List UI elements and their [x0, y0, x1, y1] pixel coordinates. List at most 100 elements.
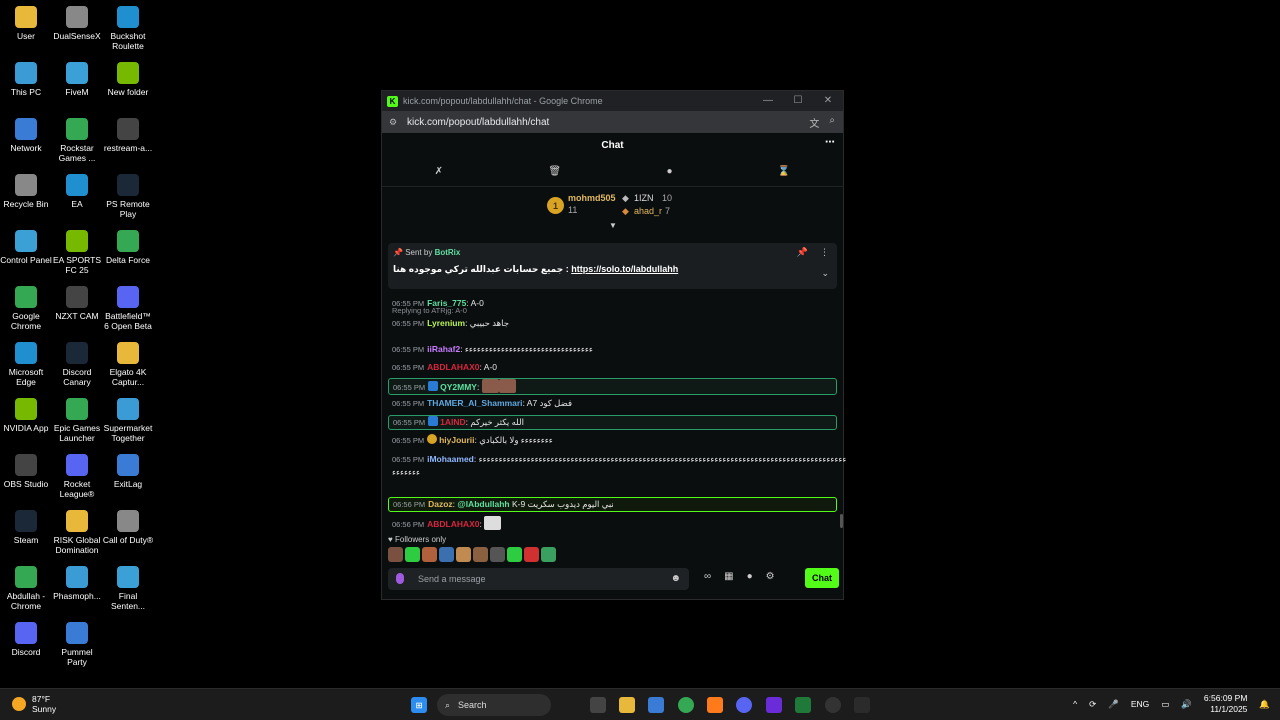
desktop-icon[interactable]: Pummel Party — [51, 622, 103, 667]
message-placeholder[interactable]: Send a message — [418, 574, 486, 584]
message-username[interactable]: 1AIND — [440, 417, 466, 427]
chevron-up-icon[interactable]: ^ — [1073, 699, 1077, 709]
leader-2-name[interactable]: 1IZN — [634, 193, 654, 203]
desktop-icon[interactable]: OBS Studio — [0, 454, 52, 489]
desktop-icon[interactable]: RISK Global Domination — [51, 510, 103, 555]
desktop-icon[interactable]: Final Senten... — [102, 566, 154, 611]
more-options-icon[interactable]: ⋯ — [825, 137, 835, 148]
emote-icon[interactable] — [507, 547, 522, 562]
mic-tray-icon[interactable]: 🎤 — [1108, 699, 1119, 710]
emote-icon[interactable] — [541, 547, 556, 562]
minimize-button[interactable]: — — [753, 91, 783, 111]
desktop-icon[interactable]: DualSenseX — [51, 6, 103, 41]
message-username[interactable]: THAMER_Al_Shammari — [427, 398, 522, 408]
pinned-link[interactable]: https://solo.to/labdullahh — [571, 264, 678, 274]
mention[interactable]: @lAbdullahh — [457, 499, 509, 509]
desktop-icon[interactable]: Discord — [0, 622, 52, 657]
task-view-icon[interactable] — [590, 697, 606, 713]
desktop-icon[interactable]: NZXT CAM — [51, 286, 103, 321]
message-username[interactable]: QY2MMY — [440, 382, 477, 392]
file-explorer-icon[interactable] — [619, 697, 635, 713]
desktop-icon[interactable]: FiveM — [51, 62, 103, 97]
excel-taskbar-icon[interactable] — [795, 697, 811, 713]
maximize-button[interactable]: ☐ — [783, 91, 813, 111]
scrollbar[interactable] — [840, 514, 843, 528]
emote-icon[interactable] — [405, 547, 420, 562]
desktop-icon[interactable]: Epic Games Launcher — [51, 398, 103, 443]
emote-icon[interactable] — [388, 547, 403, 562]
chat-message[interactable]: 06:55 PM THAMER_Al_Shammari: A7 فضل كود — [388, 397, 837, 410]
xbox-taskbar-icon[interactable] — [825, 697, 841, 713]
emote-icon[interactable] — [490, 547, 505, 562]
sword-icon[interactable]: ✗ — [435, 166, 443, 177]
desktop-icon[interactable]: EA SPORTS FC 25 — [51, 230, 103, 275]
close-button[interactable]: ✕ — [813, 91, 843, 111]
chat-message[interactable]: 06:55 PM iiRahaf2: ءءءءءءءءءءءءءءءءءءءءءء… — [388, 343, 837, 356]
emote-icon[interactable] — [524, 547, 539, 562]
pinned-menu-icon[interactable]: ⋮ — [820, 247, 829, 258]
chat-message[interactable]: 06:56 PM Dazoz: @lAbdullahh K-9 نبي اليوم… — [388, 497, 837, 512]
weather-widget[interactable]: 87°F Sunny — [12, 694, 56, 714]
desktop-icon[interactable]: Microsoft Edge — [0, 342, 52, 387]
emote-icon[interactable] — [422, 547, 437, 562]
message-input[interactable]: Send a message ☻ — [388, 568, 689, 590]
volume-icon[interactable]: 🔊 — [1181, 699, 1192, 710]
desktop-icon[interactable]: Elgato 4K Captur... — [102, 342, 154, 387]
store-icon[interactable]: ▦ — [724, 571, 733, 582]
url-text[interactable]: kick.com/popout/labdullahh/chat — [407, 117, 549, 128]
clock[interactable]: 6:56:09 PM 11/1/2025 — [1204, 693, 1247, 715]
desktop-icon[interactable]: EA — [51, 174, 103, 209]
message-username[interactable]: Lyrenium — [427, 318, 465, 328]
discord-taskbar-icon[interactable] — [736, 697, 752, 713]
chat-message[interactable]: 06:55 PM 1AIND: الله يكثر خيركم — [388, 415, 837, 430]
desktop-icon[interactable]: New folder — [102, 62, 154, 97]
chat-send-button[interactable]: Chat — [805, 568, 839, 588]
desktop-icon[interactable]: Google Chrome — [0, 286, 52, 331]
points-icon[interactable]: ∞ — [704, 571, 711, 582]
desktop-icon[interactable]: Control Panel — [0, 230, 52, 265]
desktop-icon[interactable]: User — [0, 6, 52, 41]
desktop-icon[interactable]: This PC — [0, 62, 52, 97]
message-username[interactable]: iMohaamed — [427, 454, 474, 464]
desktop-icon[interactable]: Discord Canary — [51, 342, 103, 387]
desktop-icon[interactable]: Delta Force — [102, 230, 154, 265]
desktop-icon[interactable]: ExitLag — [102, 454, 154, 489]
desktop-icon[interactable]: restream-a... — [102, 118, 154, 153]
chat-message[interactable]: 06:55 PM QY2MMY: — [388, 378, 837, 395]
desktop-icon[interactable]: Buckshot Roulette — [102, 6, 154, 51]
emote-icon[interactable] — [473, 547, 488, 562]
zoom-icon[interactable]: ⌕ — [829, 115, 835, 130]
message-username[interactable]: Dazoz — [428, 499, 453, 509]
desktop-icon[interactable]: Battlefield™ 6 Open Beta — [102, 286, 154, 331]
address-bar[interactable]: ⚙ kick.com/popout/labdullahh/chat 文 ⌕ — [382, 111, 843, 133]
fivem-taskbar-icon[interactable] — [707, 697, 723, 713]
message-username[interactable]: hiyJourii — [439, 435, 474, 445]
leader-3-name[interactable]: ahad_r — [634, 206, 662, 216]
expand-chevron-icon[interactable]: ⌄ — [821, 268, 829, 279]
chat-options-icon[interactable]: ● — [747, 571, 753, 582]
desktop-icon[interactable]: NVIDIA App — [0, 398, 52, 433]
trash-icon[interactable]: 🗑 — [548, 166, 561, 177]
mic-icon[interactable] — [396, 573, 404, 584]
desktop-icon[interactable]: Abdullah - Chrome — [0, 566, 52, 611]
chat-bubble-icon[interactable]: ● — [666, 166, 672, 177]
chat-message[interactable]: 06:55 PM iMohaamed: ءءءءءءءءءءءءءءءءءءءءء… — [388, 453, 846, 478]
desktop-icon[interactable]: Rocket League® — [51, 454, 103, 499]
desktop-icon[interactable]: Call of Duty® — [102, 510, 154, 545]
chat-message[interactable]: 06:55 PM ABDLAHAX0: A-0 — [388, 361, 837, 374]
translate-icon[interactable]: 文 — [809, 115, 819, 130]
emote-icon[interactable] — [456, 547, 471, 562]
desktop-icon[interactable]: PS Remote Play — [102, 174, 154, 219]
sync-icon[interactable]: ⟳ — [1089, 699, 1096, 710]
chat-message[interactable]: 06:56 PM ABDLAHAX0: — [388, 516, 837, 531]
collapse-icon[interactable]: ▼ — [609, 221, 617, 230]
message-username[interactable]: ABDLAHAX0 — [427, 362, 479, 372]
emoji-icon[interactable]: ☻ — [670, 573, 681, 584]
start-icon[interactable]: ⊞ — [411, 697, 427, 713]
notification-icon[interactable]: 🔔 — [1259, 699, 1270, 710]
desktop-icon[interactable]: Steam — [0, 510, 52, 545]
leader-1-name[interactable]: mohmd505 — [568, 193, 616, 203]
taskbar-search[interactable]: ⌕ Search — [437, 694, 551, 716]
site-settings-icon[interactable]: ⚙ — [389, 117, 399, 128]
message-username[interactable]: ABDLAHAX0 — [427, 519, 479, 529]
